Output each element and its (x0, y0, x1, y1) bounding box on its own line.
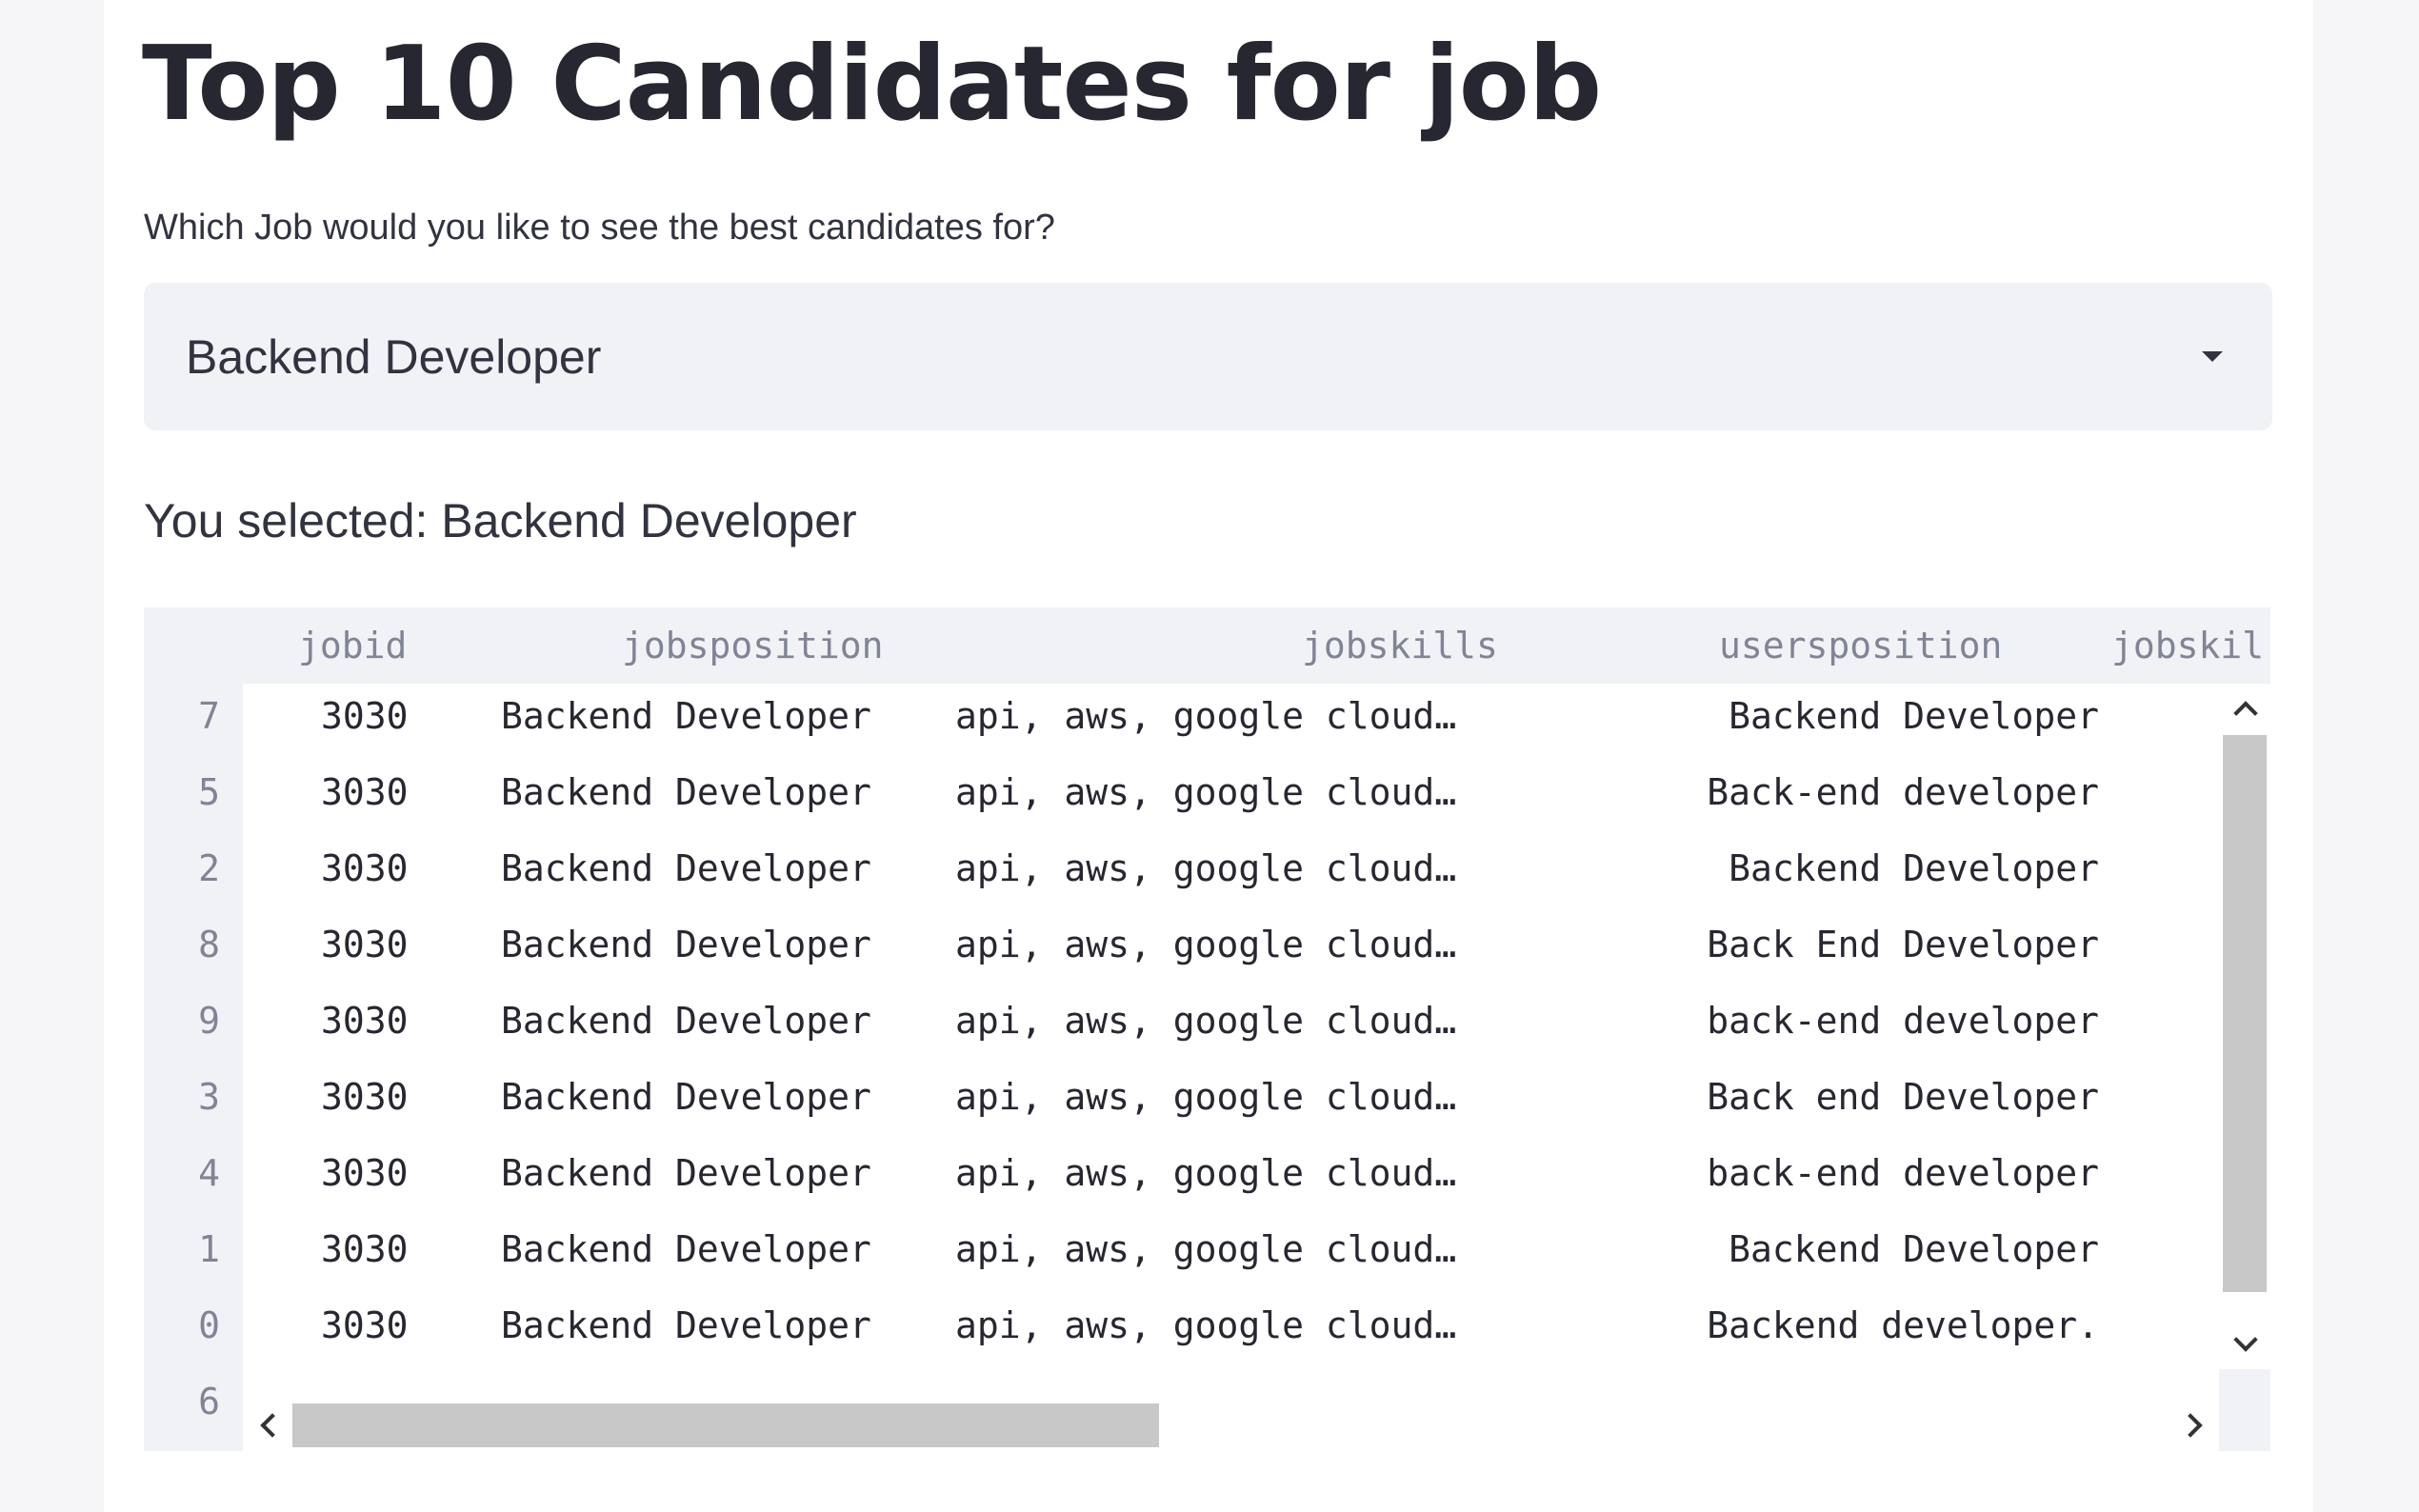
table-cell-usersposition: Backend Developer (1729, 847, 2099, 889)
app-main: Top 10 Candidates for job Which Job woul… (104, 0, 2313, 1512)
vertical-scrollbar[interactable] (2219, 684, 2270, 1369)
row-index: 1 (198, 1228, 220, 1270)
column-header-usersposition[interactable]: usersposition (1719, 625, 2002, 666)
job-select-value: Backend Developer (186, 329, 602, 384)
column-header-jobskills[interactable]: jobskills (1302, 625, 1498, 666)
table-cell-jobsposition: Backend Developer (501, 771, 871, 813)
table-cell-usersposition: back-end developer (1707, 1152, 2099, 1194)
table-header: jobid jobsposition jobskills userspositi… (144, 607, 2270, 684)
table-cell-jobid: 3030 (321, 924, 409, 965)
row-index: 0 (198, 1304, 220, 1346)
chevron-down-icon[interactable] (2233, 1327, 2258, 1352)
table-cell-usersposition: Back End Developer (1707, 924, 2099, 965)
selection-text: You selected: Backend Developer (144, 494, 857, 547)
table-cell-jobid: 3030 (321, 1304, 409, 1346)
row-index: 4 (198, 1152, 220, 1194)
table-cell-jobid: 3030 (321, 695, 409, 737)
table-cell-jobid: 3030 (321, 1000, 409, 1042)
table-cell-jobsposition: Backend Developer (501, 847, 871, 889)
chevron-up-icon[interactable] (2233, 701, 2258, 726)
row-index: 6 (198, 1381, 220, 1422)
table-cell-usersposition: Backend Developer (1729, 1228, 2099, 1270)
table-cell-jobsposition: Backend Developer (501, 924, 871, 965)
table-cell-jobskills: api, aws, google cloud… (955, 1304, 1457, 1346)
row-index: 3 (198, 1076, 220, 1118)
column-header-jobid[interactable]: jobid (298, 625, 407, 666)
table-cell-jobsposition: Backend Developer (501, 1000, 871, 1042)
row-index: 5 (198, 771, 220, 813)
table-cell-jobskills: api, aws, google cloud… (955, 1152, 1457, 1194)
table-cell-jobskills: api, aws, google cloud… (955, 1000, 1457, 1042)
row-index: 7 (198, 695, 220, 737)
table-cell-usersposition: Back-end developer (1707, 771, 2099, 813)
chevron-right-icon[interactable] (2178, 1413, 2203, 1438)
table-cell-jobsposition: Backend Developer (501, 1076, 871, 1118)
table-cell-usersposition: Backend developer. (1707, 1304, 2099, 1346)
chevron-left-icon[interactable] (260, 1413, 285, 1438)
table-cell-jobskills: api, aws, google cloud… (955, 1228, 1457, 1270)
table-cell-jobid: 3030 (321, 1076, 409, 1118)
table-cell-jobskills: api, aws, google cloud… (955, 771, 1457, 813)
table-cell-jobskills: api, aws, google cloud… (955, 695, 1457, 737)
row-index: 2 (198, 847, 220, 889)
table-cell-jobskills: api, aws, google cloud… (955, 847, 1457, 889)
row-index-column: 7 5 2 8 9 3 4 1 0 6 (144, 684, 243, 1451)
page-title: Top 10 Candidates for job (142, 25, 1602, 144)
caret-down-icon[interactable] (2202, 351, 2223, 362)
table-cell-jobid: 3030 (321, 847, 409, 889)
table-cell-jobskills: api, aws, google cloud… (955, 924, 1457, 965)
table-cell-jobsposition: Backend Developer (501, 1304, 871, 1346)
table-cell-usersposition: Backend Developer (1729, 695, 2099, 737)
job-select[interactable]: Backend Developer (144, 283, 2272, 430)
horizontal-scrollbar[interactable] (243, 1400, 2219, 1451)
table-cell-jobsposition: Backend Developer (501, 1228, 871, 1270)
candidates-dataframe[interactable]: jobid jobsposition jobskills userspositi… (144, 607, 2270, 1451)
table-cell-jobsposition: Backend Developer (501, 695, 871, 737)
row-index: 8 (198, 924, 220, 965)
table-cell-jobsposition: Backend Developer (501, 1152, 871, 1194)
table-body: 3030 Backend Developer api, aws, google … (243, 684, 2270, 1451)
column-header-jobsposition[interactable]: jobsposition (622, 625, 884, 666)
row-index: 9 (198, 1000, 220, 1042)
column-header-jobskil[interactable]: jobskil (2111, 625, 2264, 666)
job-select-label: Which Job would you like to see the best… (144, 208, 1055, 248)
table-cell-usersposition: back-end developer (1707, 1000, 2099, 1042)
horizontal-scroll-thumb[interactable] (292, 1403, 1159, 1447)
table-cell-jobskills: api, aws, google cloud… (955, 1076, 1457, 1118)
table-cell-jobid: 3030 (321, 771, 409, 813)
vertical-scroll-thumb[interactable] (2223, 735, 2267, 1292)
table-cell-usersposition: Back end Developer (1707, 1076, 2099, 1118)
table-cell-jobid: 3030 (321, 1152, 409, 1194)
scrollbar-corner (2219, 1369, 2270, 1451)
table-cell-jobid: 3030 (321, 1228, 409, 1270)
